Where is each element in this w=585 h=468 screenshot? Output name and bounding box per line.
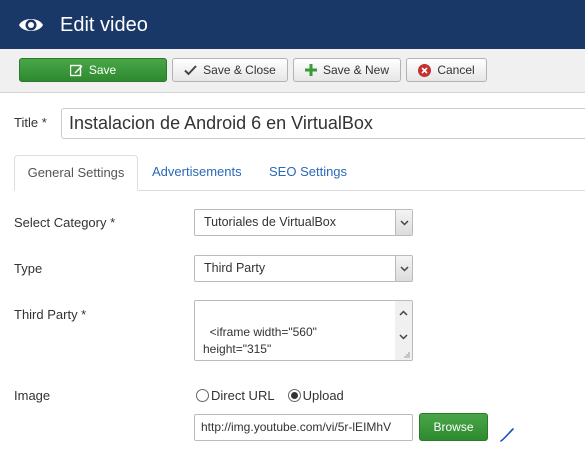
third-party-textarea[interactable]: <iframe width="560" height="315" src="ht… xyxy=(194,300,413,361)
save-label: Save xyxy=(88,63,117,77)
type-label: Type xyxy=(14,261,43,276)
type-value: Third Party xyxy=(204,261,266,275)
tab-seo-settings[interactable]: SEO Settings xyxy=(269,155,347,191)
third-party-label: Third Party * xyxy=(14,307,87,322)
cursor-mark-icon xyxy=(500,428,514,442)
plus-icon xyxy=(304,64,317,76)
chevron-down-icon[interactable] xyxy=(399,334,408,340)
edit-icon xyxy=(69,64,83,76)
third-party-value: <iframe width="560" height="315" src="ht… xyxy=(203,324,364,361)
type-select[interactable]: Third Party xyxy=(194,255,413,282)
radio-direct-url-label: Direct URL xyxy=(211,388,275,403)
radio-upload-label: Upload xyxy=(302,388,344,403)
save-new-label: Save & New xyxy=(322,63,390,77)
browse-button[interactable]: Browse xyxy=(419,413,488,441)
save-new-button[interactable]: Save & New xyxy=(293,58,401,82)
radio-direct-url[interactable]: Direct URL xyxy=(196,388,275,403)
chevron-up-icon[interactable] xyxy=(399,310,408,316)
image-label: Image xyxy=(14,388,51,403)
cancel-label: Cancel xyxy=(437,63,475,77)
tab-bar: General Settings Advertisements SEO Sett… xyxy=(14,155,585,191)
image-url-input[interactable]: http://img.youtube.com/vi/5r-lEIMhV xyxy=(194,414,413,441)
resize-grip-icon[interactable] xyxy=(404,352,410,358)
category-select[interactable]: Tutoriales de VirtualBox xyxy=(194,209,413,236)
save-close-button[interactable]: Save & Close xyxy=(172,58,288,82)
tab-advertisements[interactable]: Advertisements xyxy=(152,155,242,191)
chevron-down-icon[interactable] xyxy=(395,210,412,235)
cancel-button[interactable]: Cancel xyxy=(406,58,487,82)
radio-upload-circle[interactable] xyxy=(287,389,301,402)
eye-icon xyxy=(19,19,43,31)
toolbar: Save Save & Close Save & New Cancel xyxy=(0,49,585,93)
category-label: Select Category * xyxy=(14,215,116,230)
title-input[interactable]: Instalacion de Android 6 en VirtualBox xyxy=(61,108,585,139)
radio-upload[interactable]: Upload xyxy=(287,388,344,403)
textarea-scrollbar[interactable] xyxy=(395,301,412,360)
tab-general-settings[interactable]: General Settings xyxy=(14,155,138,191)
title-label: Title * xyxy=(14,115,47,130)
page-header: Edit video xyxy=(0,0,585,49)
cancel-icon xyxy=(418,63,432,77)
radio-direct-url-circle[interactable] xyxy=(196,389,209,402)
image-source-options: Direct URL Upload xyxy=(196,388,357,403)
checkmark-icon xyxy=(184,65,197,76)
save-close-label: Save & Close xyxy=(203,63,276,77)
chevron-down-icon[interactable] xyxy=(395,256,412,281)
save-button[interactable]: Save xyxy=(19,58,167,82)
category-value: Tutoriales de VirtualBox xyxy=(204,215,337,229)
page-title: Edit video xyxy=(60,14,148,36)
